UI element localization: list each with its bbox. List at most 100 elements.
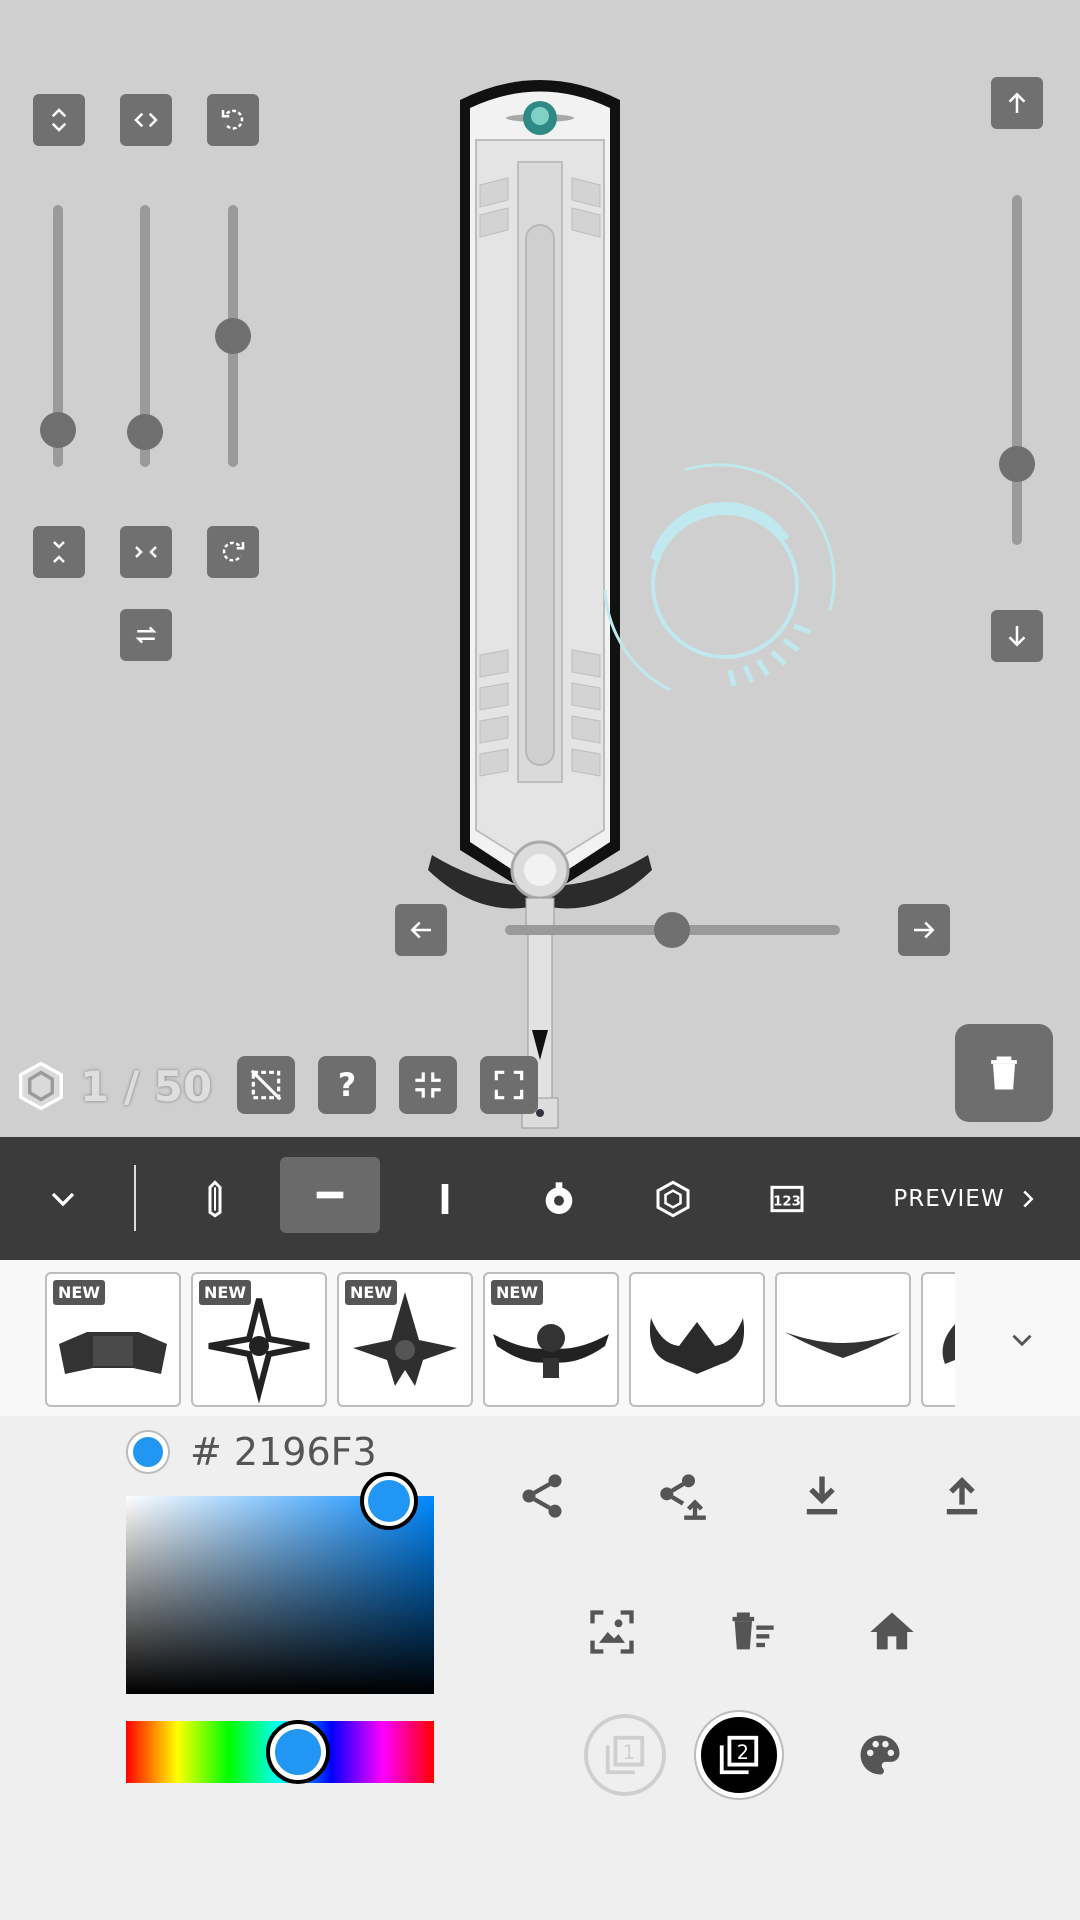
delete-all-button[interactable]	[722, 1602, 782, 1662]
layer-2-button[interactable]: 2	[696, 1712, 782, 1798]
parts-counter: 1 / 50	[14, 1056, 212, 1116]
palette-icon	[860, 1735, 900, 1775]
rotation-slider-knob[interactable]	[215, 318, 251, 354]
download-icon	[806, 1476, 838, 1515]
tab-blade[interactable]	[180, 1137, 250, 1260]
svg-text:2: 2	[737, 1741, 749, 1764]
delete-sweep-icon	[732, 1612, 774, 1650]
preview-button[interactable]: PREVIEW	[876, 1137, 1060, 1260]
background-image-button[interactable]	[582, 1602, 642, 1662]
share-upload-button[interactable]	[652, 1466, 712, 1526]
image-frame-icon	[590, 1610, 634, 1654]
download-button[interactable]	[792, 1466, 852, 1526]
palette-button[interactable]	[850, 1725, 910, 1785]
blade-icon	[208, 1179, 222, 1217]
part-tile-1[interactable]: NEW	[45, 1272, 181, 1407]
chevron-down-icon	[1012, 1334, 1032, 1347]
guard-part-image	[649, 1318, 745, 1374]
expand-vertical-button[interactable]	[33, 94, 85, 146]
parts-strip: NEW NEW NEW NEW	[0, 1260, 1080, 1416]
home-button[interactable]	[862, 1602, 922, 1662]
collapse-panel-button[interactable]	[30, 1137, 96, 1260]
category-toolbar: 123 PREVIEW	[0, 1137, 1080, 1260]
shrink-horizontal-button[interactable]	[120, 526, 172, 578]
tab-grip[interactable]	[410, 1137, 480, 1260]
home-icon	[870, 1612, 914, 1650]
share-upload-icon	[660, 1474, 706, 1520]
arrow-down-icon	[1008, 626, 1026, 647]
swatch-fill	[133, 1437, 163, 1467]
part-tile-6[interactable]	[775, 1272, 911, 1407]
chevron-up-down-icon	[51, 108, 67, 132]
chevron-down-icon	[51, 1192, 75, 1206]
selected-color-swatch[interactable]	[126, 1430, 170, 1474]
chevron-right-icon	[1022, 1190, 1034, 1207]
number-icon: 123	[770, 1185, 804, 1212]
deselect-button[interactable]	[237, 1056, 295, 1114]
flip-button[interactable]	[120, 609, 172, 661]
svg-text:?: ?	[338, 1068, 356, 1104]
move-down-button[interactable]	[991, 610, 1043, 662]
rotate-ccw-button[interactable]	[207, 94, 259, 146]
expand-parts-button[interactable]	[992, 1310, 1052, 1370]
expand-horizontal-button[interactable]	[120, 94, 172, 146]
fullscreen-exit-icon	[415, 1072, 441, 1098]
guard-part-image	[785, 1332, 901, 1358]
rotate-right-icon	[222, 541, 245, 562]
vertical-position-slider-knob[interactable]	[999, 446, 1035, 482]
fullscreen-icon	[494, 1070, 524, 1100]
layer-1-button[interactable]: 1	[584, 1714, 666, 1796]
new-badge: NEW	[345, 1280, 397, 1305]
shrink-vertical-button[interactable]	[33, 526, 85, 578]
upload-button[interactable]	[932, 1466, 992, 1526]
new-badge: NEW	[199, 1280, 251, 1305]
pommel-icon	[545, 1181, 573, 1214]
new-badge: NEW	[491, 1280, 543, 1305]
fit-button[interactable]	[399, 1056, 457, 1114]
chevron-left-right-icon	[134, 112, 158, 128]
grip-icon	[441, 1183, 449, 1214]
gem-icon	[656, 1180, 690, 1217]
hue-slider-handle[interactable]	[266, 1720, 330, 1784]
layer-two-icon: 2	[719, 1735, 759, 1775]
counter-text: 1 / 50	[80, 1061, 213, 1111]
move-left-button[interactable]	[395, 904, 447, 956]
width-slider-knob[interactable]	[127, 414, 163, 450]
rotation-hud	[603, 463, 836, 692]
tab-numbers[interactable]: 123	[752, 1137, 822, 1260]
new-badge: NEW	[53, 1280, 105, 1305]
part-tile-5[interactable]	[629, 1272, 765, 1407]
tab-gem[interactable]	[638, 1137, 708, 1260]
saturation-value-handle[interactable]	[360, 1472, 418, 1530]
upload-icon	[946, 1477, 978, 1515]
part-tile-2[interactable]: NEW	[191, 1272, 327, 1407]
vertical-position-slider-track[interactable]	[1012, 195, 1022, 545]
tab-pommel[interactable]	[524, 1137, 594, 1260]
toolbar-divider	[134, 1165, 136, 1231]
help-button[interactable]: ?	[318, 1056, 376, 1114]
move-up-button[interactable]	[991, 77, 1043, 129]
hex-value[interactable]: # 2196F3	[190, 1430, 377, 1474]
swap-horizontal-icon	[135, 626, 157, 644]
horizontal-position-slider-knob[interactable]	[654, 912, 690, 948]
fullscreen-button[interactable]	[480, 1056, 538, 1114]
deselect-icon	[250, 1069, 282, 1101]
height-slider-knob[interactable]	[40, 412, 76, 448]
part-tile-3[interactable]: NEW	[337, 1272, 473, 1407]
delete-part-button[interactable]	[955, 1024, 1053, 1122]
preview-label: PREVIEW	[893, 1185, 1005, 1212]
part-tile-7[interactable]	[921, 1272, 955, 1407]
guard-icon	[316, 1191, 344, 1199]
part-tile-4[interactable]: NEW	[483, 1272, 619, 1407]
tab-guard[interactable]	[280, 1157, 380, 1233]
chevron-collapse-vertical-icon	[53, 541, 65, 563]
rotate-left-icon	[221, 109, 244, 130]
move-right-button[interactable]	[898, 904, 950, 956]
guard-part-image	[942, 1324, 955, 1364]
arrow-up-icon	[1008, 92, 1026, 113]
rotate-cw-button[interactable]	[207, 526, 259, 578]
arrow-right-icon	[914, 921, 935, 939]
share-button[interactable]	[512, 1466, 572, 1526]
layer-one-icon: 1	[605, 1735, 645, 1775]
share-icon	[522, 1474, 562, 1518]
